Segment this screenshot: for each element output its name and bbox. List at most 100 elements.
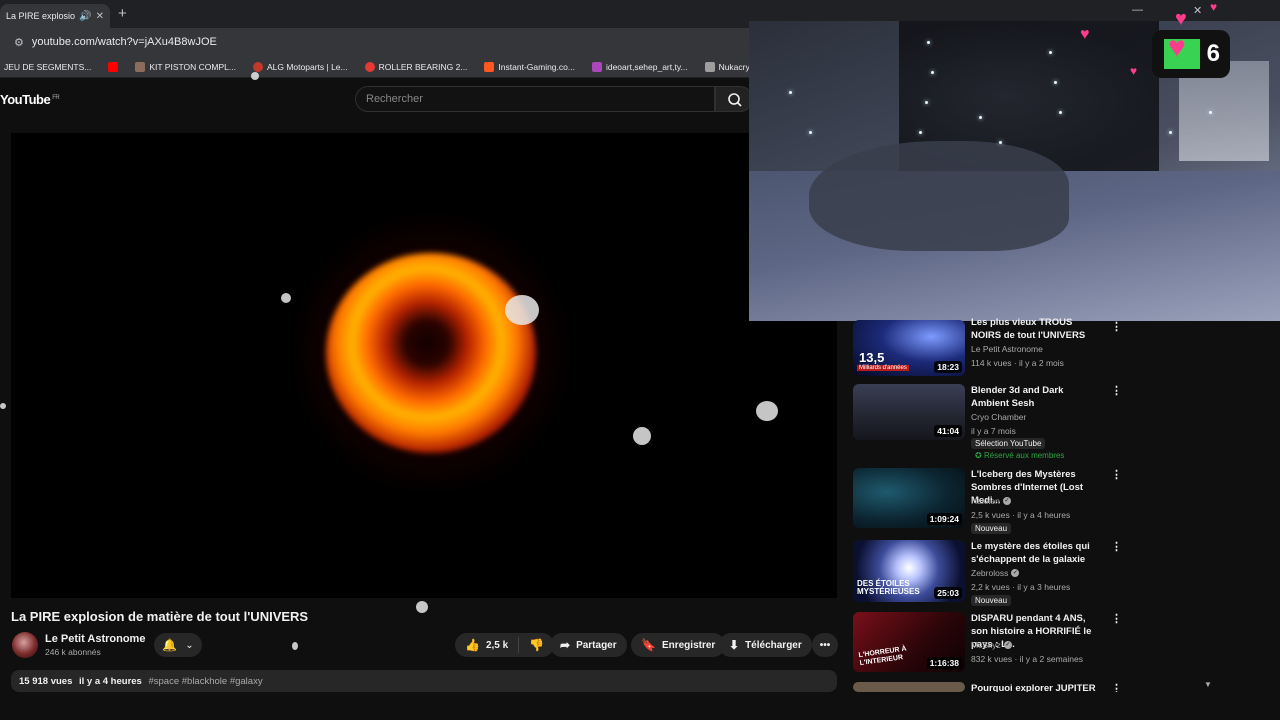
address-bar[interactable]: ⚙ youtube.com/watch?v=jAXu4B8wJOE: [10, 32, 745, 52]
thumbnail-subtext: Milliards d'années: [857, 365, 909, 371]
youtube-logo[interactable]: YouTube FR: [0, 92, 60, 107]
recommendation-meta: 2,2 k vues · il y a 3 heures: [971, 582, 1071, 592]
recommendation-item[interactable]: L'HORREUR À L'INTERIEUR 1:16:38 DISPARU …: [853, 612, 1213, 682]
hashtags[interactable]: #space #blackhole #galaxy: [148, 676, 262, 687]
recommendation-channel[interactable]: McSkyz ✓: [971, 640, 1012, 650]
fairy-light: [925, 101, 928, 104]
more-icon: •••: [819, 639, 831, 651]
members-only-badge: ✪ Réservé aux membres: [973, 450, 1066, 461]
snowflake-particle: [416, 601, 428, 613]
more-options-icon[interactable]: ⋮: [1111, 468, 1122, 481]
recommendation-title: Le mystère des étoiles qui s'échappent d…: [971, 541, 1090, 565]
recommendation-item[interactable]: 13,5 Milliards d'années 18:23 Les plus v…: [853, 317, 1213, 390]
upload-age: il y a 4 heures: [79, 676, 142, 687]
save-label: Enregistrer: [661, 639, 716, 651]
new-badge: Nouveau: [971, 523, 1012, 534]
bookmark-item[interactable]: ROLLER BEARING 2...: [364, 61, 467, 72]
divider: [518, 637, 520, 653]
bookmark-favicon: [135, 61, 146, 72]
description-box[interactable]: 15 918 vues il y a 4 heures #space #blac…: [11, 670, 837, 692]
fairy-light: [1169, 131, 1172, 134]
share-button[interactable]: ➦ Partager: [550, 633, 627, 657]
bookmark-item[interactable]: ALG Motoparts | Le...: [252, 61, 348, 72]
like-count: 2,5 k: [485, 639, 509, 651]
share-label: Partager: [576, 639, 617, 651]
more-options-icon[interactable]: ⋮: [1111, 612, 1122, 625]
recommendation-meta: il y a 7 mois: [971, 426, 1016, 436]
bookmark-item[interactable]: [108, 61, 119, 72]
recommendation-item[interactable]: DES ÉTOILES MYSTÉRIEUSES 25:03 Le mystèr…: [853, 540, 1213, 610]
more-actions-button[interactable]: •••: [812, 633, 838, 657]
recommendation-item[interactable]: 41:04 Blender 3d and Dark Ambient Sesh C…: [853, 384, 1213, 460]
recommendation-channel[interactable]: Le Petit Astronome: [971, 344, 1043, 354]
url-text: youtube.com/watch?v=jAXu4B8wJOE: [31, 36, 217, 48]
bookmark-item[interactable]: Instant-Gaming.co...: [484, 61, 575, 72]
recommendation-title: Les plus vieux TROUS NOIRS de tout l'UNI…: [971, 317, 1086, 341]
video-thumbnail[interactable]: 13,5 Milliards d'années 18:23: [853, 320, 965, 376]
snowflake-particle: [251, 72, 259, 80]
video-thumbnail[interactable]: L'HORREUR À L'INTERIEUR 1:16:38: [853, 612, 965, 672]
recommendation-channel[interactable]: Cryo Chamber: [971, 412, 1026, 422]
search-button[interactable]: [715, 86, 753, 112]
fairy-light: [1209, 111, 1212, 114]
recommendation-meta: 832 k vues · il y a 2 semaines: [971, 654, 1083, 664]
channel-avatar[interactable]: [12, 632, 38, 658]
new-tab-button[interactable]: +: [118, 5, 127, 22]
video-player[interactable]: [11, 133, 837, 598]
recommendation-channel[interactable]: Hakken ✓: [971, 496, 1011, 506]
bookmark-label: Instant-Gaming.co...: [498, 61, 575, 72]
verified-icon: ✓: [1003, 641, 1012, 649]
snowflake-particle: [756, 401, 778, 421]
logo-text: YouTube: [0, 92, 51, 107]
browser-tab[interactable]: La PIRE explosion de mat 🔊 ✕: [0, 4, 110, 28]
video-title: La PIRE explosion de matière de tout l'U…: [11, 609, 309, 624]
minimize-icon[interactable]: —: [1132, 4, 1143, 16]
bookmark-item[interactable]: ideoart,sehep_art,ty...: [591, 61, 688, 72]
bookmark-favicon: [591, 61, 602, 72]
video-duration: 1:09:24: [926, 513, 962, 525]
floating-heart-icon: ♥: [1080, 26, 1090, 43]
video-thumbnail[interactable]: DES ÉTOILES MYSTÉRIEUSES 25:03: [853, 540, 965, 602]
recommendation-title: Blender 3d and Dark Ambient Sesh: [971, 385, 1064, 409]
recommendation-meta: 2,5 k vues · il y a 4 heures: [971, 510, 1071, 520]
close-tab-icon[interactable]: ✕: [96, 11, 104, 22]
channel-name[interactable]: Le Petit Astronome: [45, 633, 145, 645]
download-button[interactable]: ⬇ Télécharger: [719, 633, 812, 657]
region-code: FR: [52, 94, 60, 101]
site-settings-icon[interactable]: ⚙: [14, 36, 24, 49]
download-label: Télécharger: [745, 639, 802, 651]
more-options-icon[interactable]: ⋮: [1111, 540, 1122, 553]
thumbnail-text: DES ÉTOILES MYSTÉRIEUSES: [857, 579, 920, 596]
bookmark-item[interactable]: JEU DE SEGMENTS...: [4, 62, 91, 72]
recommendation-item[interactable]: 1:09:24 L'Iceberg des Mystères Sombres d…: [853, 468, 1213, 538]
fairy-light: [927, 41, 930, 44]
bookmark-item[interactable]: KIT PISTON COMPL...: [135, 61, 236, 72]
more-options-icon[interactable]: ⋮: [1111, 682, 1122, 692]
scroll-down-arrow-icon[interactable]: ▼: [1204, 680, 1212, 689]
snowflake-particle: [281, 293, 291, 303]
black-hole-image: [326, 253, 536, 453]
youtube-selection-badge: Sélection YouTube: [971, 438, 1046, 449]
thumbs-up-icon: 👍: [465, 638, 480, 652]
channel-label: Zebroloss: [971, 568, 1009, 578]
recommendation-channel[interactable]: Zebroloss ✓: [971, 568, 1020, 578]
floating-heart-icon: ♥: [1130, 64, 1138, 78]
verified-icon: ✓: [1002, 497, 1011, 505]
recommendation-meta: 114 k vues · il y a 2 mois: [971, 358, 1064, 368]
save-button[interactable]: 🔖 Enregistrer: [631, 633, 726, 657]
speaker-icon[interactable]: 🔊: [79, 11, 91, 22]
video-thumbnail[interactable]: 1:09:24: [853, 468, 965, 528]
members-icon: ✪: [975, 451, 982, 460]
thumbs-down-icon[interactable]: 👎: [529, 638, 544, 652]
search-input[interactable]: Rechercher: [355, 86, 715, 112]
recommendation-item[interactable]: Pourquoi explorer JUPITER est ⋮: [853, 682, 1213, 692]
bookmark-favicon: [704, 61, 715, 72]
fairy-light: [919, 131, 922, 134]
like-button[interactable]: 👍 2,5 k: [465, 638, 508, 652]
more-options-icon[interactable]: ⋮: [1111, 320, 1122, 333]
more-options-icon[interactable]: ⋮: [1111, 384, 1122, 397]
video-thumbnail[interactable]: [853, 682, 965, 692]
notification-button[interactable]: 🔔 ⌄: [154, 633, 202, 657]
video-thumbnail[interactable]: 41:04: [853, 384, 965, 440]
close-window-icon[interactable]: ✕: [1193, 4, 1202, 17]
